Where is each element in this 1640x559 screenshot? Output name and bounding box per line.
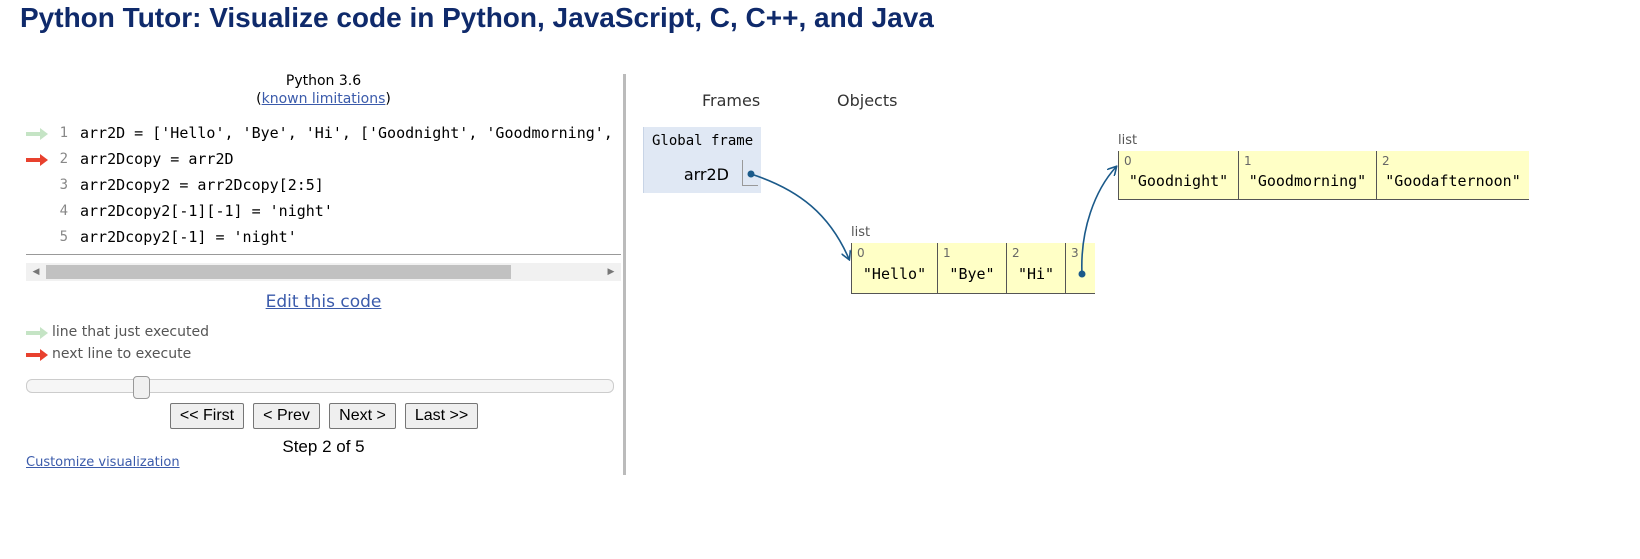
step-slider-handle[interactable] [133,376,150,399]
list-index: 2 [1012,246,1020,260]
known-limitations-link[interactable]: known limitations [262,91,386,107]
code-line-4: 4 arr2Dcopy2[-1][-1] = 'night' [26,199,621,225]
step-counter: Step 2 of 5 [282,437,365,456]
global-frame-title: Global frame [652,133,754,149]
code-text: arr2Dcopy = arr2D [80,150,234,168]
code-line-5: 5 arr2Dcopy2[-1] = 'night' [26,225,621,251]
list-cell: 0 "Hello" [851,243,937,293]
next-line-arrow-icon [26,154,48,166]
legend-just-executed: line that just executed [26,323,326,343]
code-display: 1 arr2D = ['Hello', 'Bye', 'Hi', ['Goodn… [26,119,621,255]
list-value: "Goodmorning" [1248,172,1367,190]
list-index: 0 [1124,154,1132,168]
code-line-1: 1 arr2D = ['Hello', 'Bye', 'Hi', ['Goodn… [26,121,621,147]
code-text: arr2Dcopy2 = arr2Dcopy[2:5] [80,176,324,194]
line-number: 5 [59,229,68,245]
line-number: 2 [59,151,68,167]
list-index: 2 [1382,154,1390,168]
list-cell: 1 "Goodmorning" [1238,151,1376,199]
panel-divider[interactable] [623,74,626,475]
scroll-right-icon[interactable]: ▶ [603,263,619,281]
red-arrow-icon [26,349,48,361]
list-value: "Bye" [949,265,995,283]
variable-name: arr2D [683,165,729,184]
next-button[interactable]: Next > [329,403,396,429]
list-cell: 2 "Goodafternoon" [1376,151,1529,199]
global-frame: Global frame arr2D [643,127,761,193]
last-button[interactable]: Last >> [405,403,478,429]
edit-code-link[interactable]: Edit this code [26,292,621,312]
code-text: arr2Dcopy2[-1] = 'night' [80,228,297,246]
list-index: 1 [943,246,951,260]
first-button[interactable]: << First [170,403,244,429]
outer-list-label: list [851,225,871,240]
list-cell-pointer: 3 [1065,243,1095,293]
line-number: 1 [59,125,68,141]
legend-label: line that just executed [52,324,209,340]
inner-list: 0 "Goodnight" 1 "Goodmorning" 2 "Goodaft… [1118,151,1529,200]
legend-label: next line to execute [52,346,192,362]
list-index: 1 [1244,154,1252,168]
list-index: 0 [857,246,865,260]
prev-button[interactable]: < Prev [253,403,320,429]
line-number: 3 [59,177,68,193]
page-title: Python Tutor: Visualize code in Python, … [20,2,934,33]
code-text: arr2Dcopy2[-1][-1] = 'night' [80,202,333,220]
language-label: Python 3.6 [285,73,362,89]
objects-header: Objects [837,91,898,110]
code-line-3: 3 arr2Dcopy2 = arr2Dcopy[2:5] [26,173,621,199]
frames-header: Frames [702,91,761,110]
list-cell: 2 "Hi" [1006,243,1065,293]
code-text: arr2D = ['Hello', 'Bye', 'Hi', ['Goodnig… [80,124,621,142]
arr2D-pointer-arrow [750,173,849,259]
list-cell: 1 "Bye" [937,243,1006,293]
just-executed-arrow-icon [26,128,48,140]
outer-list: 0 "Hello" 1 "Bye" 2 "Hi" 3 [851,243,1095,294]
code-line-2: 2 arr2Dcopy = arr2D [26,147,621,173]
list-value: "Hi" [1017,265,1055,283]
horizontal-scrollbar[interactable]: ◀ ▶ [26,263,621,281]
line-number: 4 [59,203,68,219]
language-info: Python 3.6 (known limitations) [26,72,621,108]
list-value: "Goodnight" [1128,172,1229,190]
list-value: "Goodafternoon" [1385,172,1521,190]
inner-list-label: list [1118,133,1138,148]
legend-next-line: next line to execute [26,345,326,365]
step-slider[interactable] [26,379,614,393]
green-arrow-icon [26,327,48,339]
variable-value-pointer [742,160,758,186]
list-index: 3 [1071,246,1079,260]
scroll-left-icon[interactable]: ◀ [28,263,44,281]
list-value: "Hello" [862,265,927,283]
customize-visualization-link[interactable]: Customize visualization [26,455,180,470]
scrollbar-thumb[interactable] [46,265,511,279]
list-cell: 0 "Goodnight" [1118,151,1238,199]
limitations-line: (known limitations) [256,91,391,107]
